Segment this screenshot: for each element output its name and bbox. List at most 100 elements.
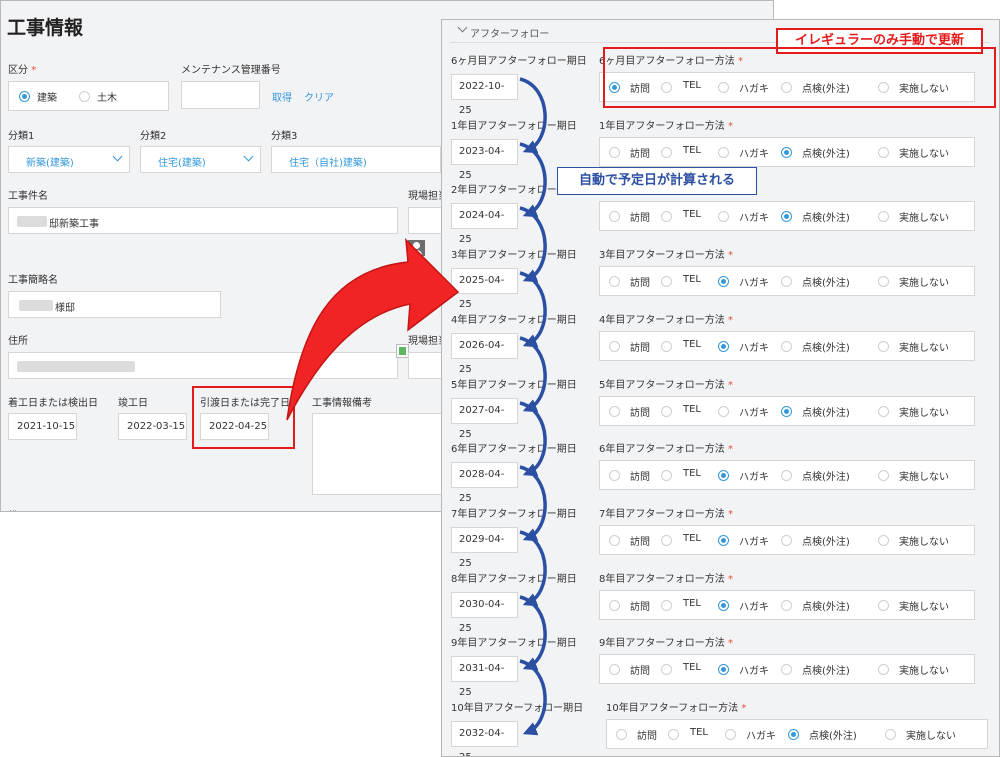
follow-method-radio[interactable] bbox=[609, 535, 620, 546]
follow-method-radio[interactable] bbox=[609, 276, 620, 287]
follow-method-radio[interactable] bbox=[718, 600, 729, 611]
follow-method-radio[interactable] bbox=[788, 729, 799, 740]
follow-method-radio[interactable] bbox=[878, 211, 889, 222]
follow-method-radio[interactable] bbox=[781, 276, 792, 287]
jusho-input[interactable] bbox=[8, 352, 398, 379]
follow-date-input[interactable]: 2026-04-25 bbox=[451, 333, 518, 375]
follow-method-radio[interactable] bbox=[718, 535, 729, 546]
follow-method-radio[interactable] bbox=[878, 147, 889, 158]
bunrui1-select[interactable]: 新築(建築) bbox=[8, 146, 130, 173]
follow-date-label: 6年目アフターフォロー期日 bbox=[451, 444, 577, 455]
follow-date-input[interactable]: 2027-04-25 bbox=[451, 398, 518, 440]
bunrui3-value: 住宅（自社)建築) bbox=[289, 158, 367, 169]
follow-method-label-text: 7年目アフターフォロー方法 bbox=[599, 509, 725, 520]
follow-method-radio[interactable] bbox=[661, 664, 672, 675]
bunrui2-select[interactable]: 住宅(建築) bbox=[140, 146, 261, 173]
follow-date-input[interactable]: 2032-04-25 bbox=[451, 721, 518, 756]
follow-method-radio[interactable] bbox=[609, 470, 620, 481]
follow-method-radio[interactable] bbox=[661, 147, 672, 158]
shunko-value: 2022-03-15 bbox=[127, 421, 186, 432]
follow-method-radio[interactable] bbox=[616, 729, 627, 740]
koji-kenmei-input[interactable]: 邸新築工事 bbox=[8, 207, 398, 234]
biko-label: 工事情報備考 bbox=[312, 398, 372, 409]
biko-textarea[interactable] bbox=[312, 413, 447, 495]
kubun-radio-doboku[interactable] bbox=[79, 91, 90, 102]
follow-method-radio[interactable] bbox=[878, 341, 889, 352]
chakko-value: 2021-10-15 bbox=[17, 421, 76, 432]
follow-date-input[interactable]: 2030-04-25 bbox=[451, 592, 518, 634]
follow-method-radio[interactable] bbox=[661, 341, 672, 352]
follow-method-option-label: TEL bbox=[683, 598, 701, 609]
follow-method-option-label: ハガキ bbox=[739, 666, 769, 677]
follow-method-radio[interactable] bbox=[661, 406, 672, 417]
clear-link[interactable]: クリア bbox=[304, 89, 334, 104]
follow-method-option-label: 点検(外注) bbox=[802, 666, 850, 677]
follow-method-radio[interactable] bbox=[609, 211, 620, 222]
follow-method-radio[interactable] bbox=[781, 211, 792, 222]
follow-method-radio[interactable] bbox=[781, 406, 792, 417]
follow-method-option-label: ハガキ bbox=[739, 278, 769, 289]
koji-ryakumei-input[interactable]: 様邸 bbox=[8, 291, 221, 318]
follow-method-radio[interactable] bbox=[781, 535, 792, 546]
follow-method-radio[interactable] bbox=[668, 729, 679, 740]
chevron-down-icon bbox=[243, 151, 254, 162]
follow-method-radio[interactable] bbox=[661, 211, 672, 222]
follow-method-label-text: 10年目アフターフォロー方法 bbox=[606, 703, 739, 714]
collapse-chevron-icon[interactable] bbox=[457, 22, 468, 33]
redacted-text bbox=[17, 361, 135, 372]
follow-method-radio[interactable] bbox=[609, 406, 620, 417]
follow-method-radio[interactable] bbox=[718, 341, 729, 352]
follow-date-input[interactable]: 2031-04-25 bbox=[451, 656, 518, 698]
follow-date-input[interactable]: 2023-04-25 bbox=[451, 139, 518, 181]
follow-method-radio[interactable] bbox=[718, 406, 729, 417]
follow-date-input[interactable]: 2028-04-25 bbox=[451, 462, 518, 504]
follow-method-radio[interactable] bbox=[878, 600, 889, 611]
follow-method-radio[interactable] bbox=[609, 147, 620, 158]
follow-method-radio[interactable] bbox=[718, 664, 729, 675]
follow-method-radio[interactable] bbox=[718, 470, 729, 481]
follow-method-option-label: TEL bbox=[683, 533, 701, 544]
follow-method-radio[interactable] bbox=[609, 341, 620, 352]
chakko-date-input[interactable]: 2021-10-15 bbox=[8, 413, 77, 440]
follow-method-radio[interactable] bbox=[718, 276, 729, 287]
shunko-date-input[interactable]: 2022-03-15 bbox=[118, 413, 187, 440]
follow-method-radio[interactable] bbox=[609, 664, 620, 675]
bunrui2-label: 分類2 bbox=[140, 131, 167, 142]
follow-date-input[interactable]: 2022-10-25 bbox=[451, 74, 518, 116]
follow-method-radio[interactable] bbox=[725, 729, 736, 740]
maintenance-input[interactable] bbox=[181, 81, 260, 109]
follow-method-radio[interactable] bbox=[661, 470, 672, 481]
follow-method-radio[interactable] bbox=[878, 406, 889, 417]
chevron-down-icon bbox=[112, 151, 123, 162]
follow-date-label: 1年目アフターフォロー期日 bbox=[451, 121, 577, 132]
follow-method-option-label: ハガキ bbox=[739, 602, 769, 613]
kubun-radio-kenchiku[interactable] bbox=[19, 91, 30, 102]
follow-method-radio[interactable] bbox=[781, 147, 792, 158]
follow-method-radio[interactable] bbox=[878, 470, 889, 481]
bunrui3-select[interactable]: 住宅（自社)建築) bbox=[271, 146, 441, 173]
required-mark: * bbox=[727, 121, 733, 132]
follow-method-option-label: TEL bbox=[683, 339, 701, 350]
follow-method-radio[interactable] bbox=[781, 341, 792, 352]
acquire-link[interactable]: 取得 bbox=[272, 89, 292, 104]
follow-method-label-text: 9年目アフターフォロー方法 bbox=[599, 638, 725, 649]
follow-method-option-label: 実施しない bbox=[899, 666, 949, 677]
follow-method-radio[interactable] bbox=[718, 211, 729, 222]
follow-method-radio[interactable] bbox=[781, 600, 792, 611]
follow-date-label: 7年目アフターフォロー期日 bbox=[451, 509, 577, 520]
follow-method-radio[interactable] bbox=[878, 664, 889, 675]
follow-method-radio[interactable] bbox=[885, 729, 896, 740]
follow-method-radio[interactable] bbox=[878, 535, 889, 546]
follow-method-radio[interactable] bbox=[609, 600, 620, 611]
follow-method-option-label: ハガキ bbox=[739, 537, 769, 548]
follow-method-radio[interactable] bbox=[661, 600, 672, 611]
follow-method-radio[interactable] bbox=[661, 535, 672, 546]
follow-method-radio[interactable] bbox=[781, 664, 792, 675]
follow-method-radio[interactable] bbox=[781, 470, 792, 481]
follow-date-input[interactable]: 2024-04-25 bbox=[451, 203, 518, 245]
follow-date-input[interactable]: 2025-04-25 bbox=[451, 268, 518, 310]
follow-date-input[interactable]: 2029-04-25 bbox=[451, 527, 518, 569]
follow-method-radio[interactable] bbox=[661, 276, 672, 287]
follow-method-radio[interactable] bbox=[878, 276, 889, 287]
follow-method-radio[interactable] bbox=[718, 147, 729, 158]
